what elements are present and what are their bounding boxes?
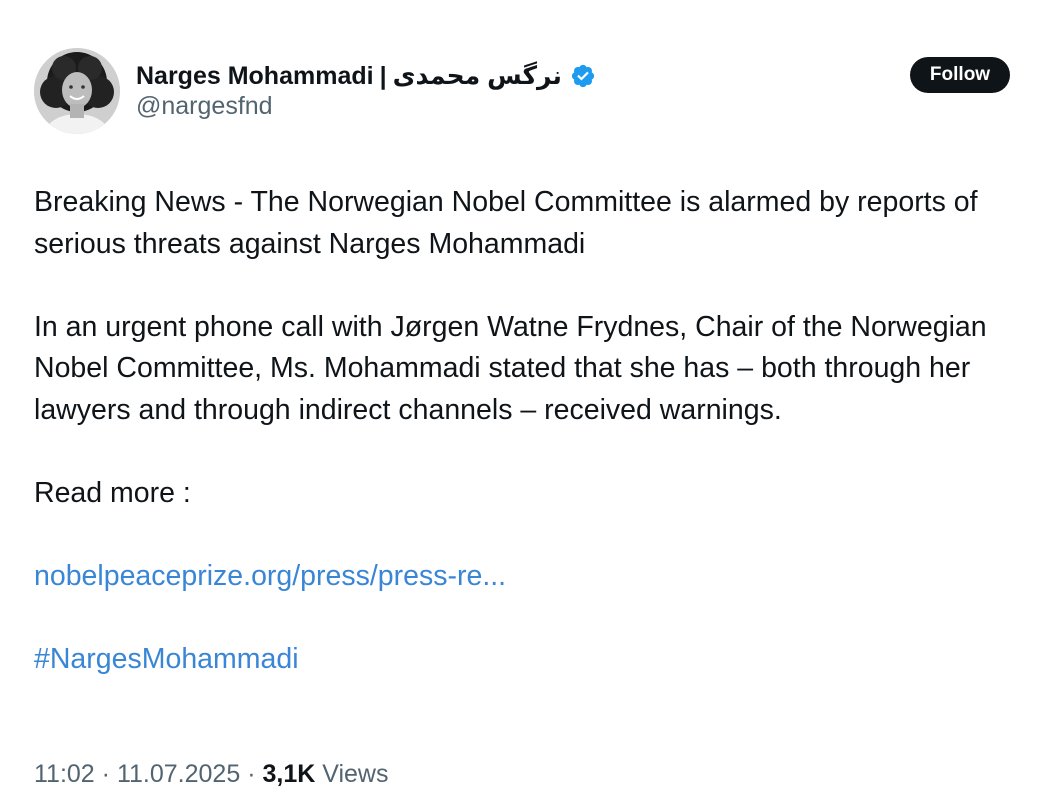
tweet-paragraph-1: Breaking News - The Norwegian Nobel Comm… [34, 186, 978, 260]
tweet-paragraph-2: In an urgent phone call with Jørgen Watn… [34, 310, 987, 426]
avatar[interactable] [34, 48, 120, 134]
views-label: Views [322, 760, 389, 788]
name-separator: | [379, 61, 387, 90]
tweet-hashtag[interactable]: #NargesMohammadi [34, 643, 299, 675]
author-display-name-persian[interactable]: نرگس محمدی [393, 61, 562, 91]
verified-badge-icon [570, 63, 596, 89]
follow-button[interactable]: Follow [910, 57, 1010, 93]
views-count: 3,1K [262, 760, 316, 788]
avatar-photo [34, 48, 120, 134]
author-display-name[interactable]: Narges Mohammadi [136, 62, 374, 91]
tweet-read-more: Read more : [34, 476, 191, 509]
tweet-date[interactable]: 11.07.2025 [117, 760, 240, 788]
meta-separator-1: · [101, 760, 110, 788]
tweet-time[interactable]: 11:02 [34, 760, 95, 788]
tweet-meta: 11:02 · 11.07.2025 · 3,1K Views [34, 760, 388, 789]
tweet-link[interactable]: nobelpeaceprize.org/press/press-re... [34, 560, 506, 592]
tweet-text: Breaking News - The Norwegian Nobel Comm… [34, 182, 1034, 680]
author-name-row: Narges Mohammadi | نرگس محمدی [136, 58, 596, 94]
author-handle[interactable]: @nargesfnd [136, 92, 273, 121]
meta-separator-2: · [247, 760, 256, 788]
